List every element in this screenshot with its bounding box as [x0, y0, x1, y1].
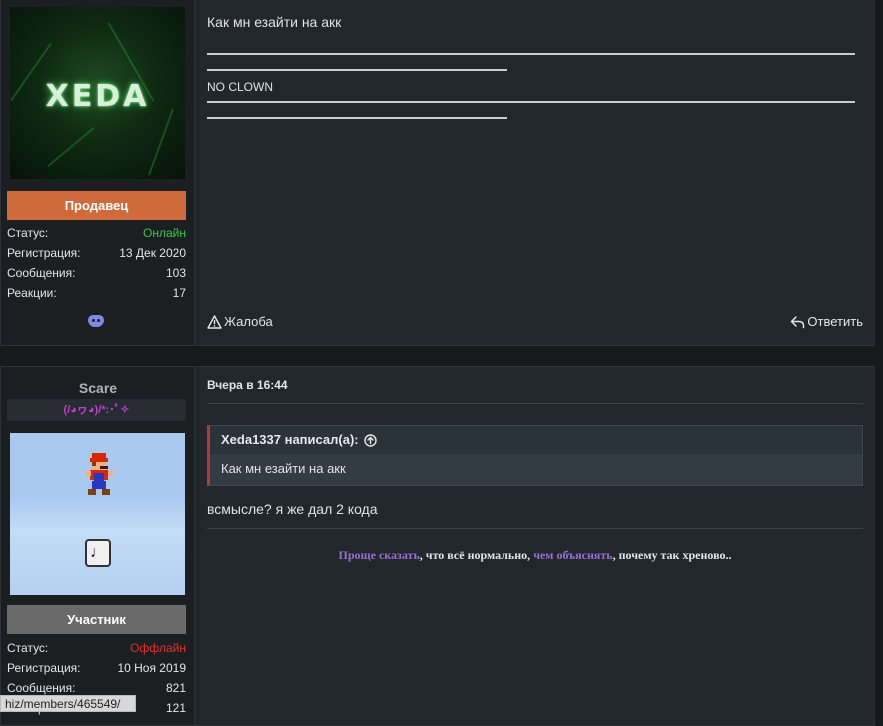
post: Scare (/◕ヮ◕)/*:･ﾟ✧ ♩ Участник Статус: Оф… — [0, 366, 875, 726]
post-date[interactable]: Вчера в 16:44 — [207, 378, 288, 392]
stat-label: Сообщения: — [7, 266, 76, 280]
stat-row-status: Статус: Оффлайн — [7, 638, 186, 658]
signature-part: чем объяснять — [533, 548, 613, 562]
signature-part: Проще сказать — [338, 548, 420, 562]
post-body: Вчера в 16:44 Xeda1337 написал(а): Как м… — [196, 367, 874, 725]
stat-label: Регистрация: — [7, 246, 81, 260]
user-sidebar: XEDA Продавец Статус: Онлайн Регистрация… — [1, 0, 195, 345]
message-text: всмысле? я же дал 2 кода — [207, 501, 378, 517]
discord-icon[interactable] — [88, 315, 104, 327]
reply-icon — [791, 315, 805, 328]
quote-header[interactable]: Xeda1337 написал(а): — [210, 426, 862, 454]
signature-divider — [207, 69, 507, 71]
stat-value-reactions: 121 — [165, 701, 186, 715]
stat-value-messages: 103 — [165, 266, 186, 280]
music-note-icon: ♩ — [85, 539, 111, 567]
user-role-badge: Участник — [7, 605, 186, 634]
stat-value-status: Оффлайн — [130, 641, 186, 655]
stat-row-registration: Регистрация: 13 Дек 2020 — [7, 243, 186, 263]
status-url-tooltip: hiz/members/465549/ — [0, 695, 136, 712]
divider — [207, 528, 863, 529]
user-title: (/◕ヮ◕)/*:･ﾟ✧ — [7, 399, 186, 421]
reply-button[interactable]: Ответить — [790, 314, 863, 329]
reply-label: Ответить — [807, 314, 863, 329]
report-label: Жалоба — [224, 314, 273, 329]
signature-divider — [207, 101, 855, 103]
stat-label: Статус: — [7, 641, 49, 655]
user-stats: Статус: Онлайн Регистрация: 13 Дек 2020 … — [7, 223, 186, 303]
stat-value-reactions: 17 — [172, 286, 186, 300]
mario-sprite — [86, 453, 113, 495]
stat-value-messages: 821 — [165, 681, 186, 695]
stat-value-status: Онлайн — [143, 226, 186, 240]
stat-row-messages: Сообщения: 103 — [7, 263, 186, 283]
warning-icon — [207, 314, 222, 329]
stat-label: Реакции: — [7, 286, 57, 300]
quote-text: Как мн езайти на акк — [221, 461, 346, 476]
signature-divider — [207, 117, 507, 119]
avatar[interactable]: ♩ — [10, 433, 185, 595]
post-body: Как мн езайти на акк NO CLOWN Жалоба Отв… — [196, 0, 874, 345]
avatar-logo: XEDA — [45, 79, 150, 114]
user-sidebar: Scare (/◕ヮ◕)/*:･ﾟ✧ ♩ Участник Статус: Оф… — [1, 367, 195, 725]
avatar-decoration — [47, 126, 95, 168]
avatar[interactable]: XEDA — [10, 7, 185, 179]
stat-row-reactions: Реакции: 17 — [7, 283, 186, 303]
stat-value-registration: 13 Дек 2020 — [119, 246, 186, 260]
report-button[interactable]: Жалоба — [207, 314, 273, 329]
stat-row-status: Статус: Онлайн — [7, 223, 186, 243]
signature-part: , почему так хреново.. — [612, 548, 732, 562]
stat-row-registration: Регистрация: 10 Ноя 2019 — [7, 658, 186, 678]
signature: Проще сказать, что всё нормально, чем об… — [207, 548, 863, 563]
stat-label: Регистрация: — [7, 661, 81, 675]
user-role-badge: Продавец — [7, 191, 186, 220]
arrow-up-circle-icon[interactable] — [363, 433, 377, 447]
username[interactable]: Scare — [1, 380, 195, 396]
quote-block: Xeda1337 написал(а): Как мн езайти на ак… — [207, 425, 863, 486]
quote-author: Xeda1337 написал(а): — [221, 432, 359, 447]
signature-text: NO CLOWN — [207, 80, 273, 94]
post: XEDA Продавец Статус: Онлайн Регистрация… — [0, 0, 875, 346]
stat-label: Статус: — [7, 226, 49, 240]
avatar-decoration — [148, 108, 174, 176]
signature-divider — [207, 53, 855, 55]
divider — [207, 403, 863, 404]
signature-part: , что всё нормально, — [419, 548, 534, 562]
message-text: Как мн езайти на акк — [207, 14, 342, 30]
stat-value-registration: 10 Ноя 2019 — [117, 661, 186, 675]
